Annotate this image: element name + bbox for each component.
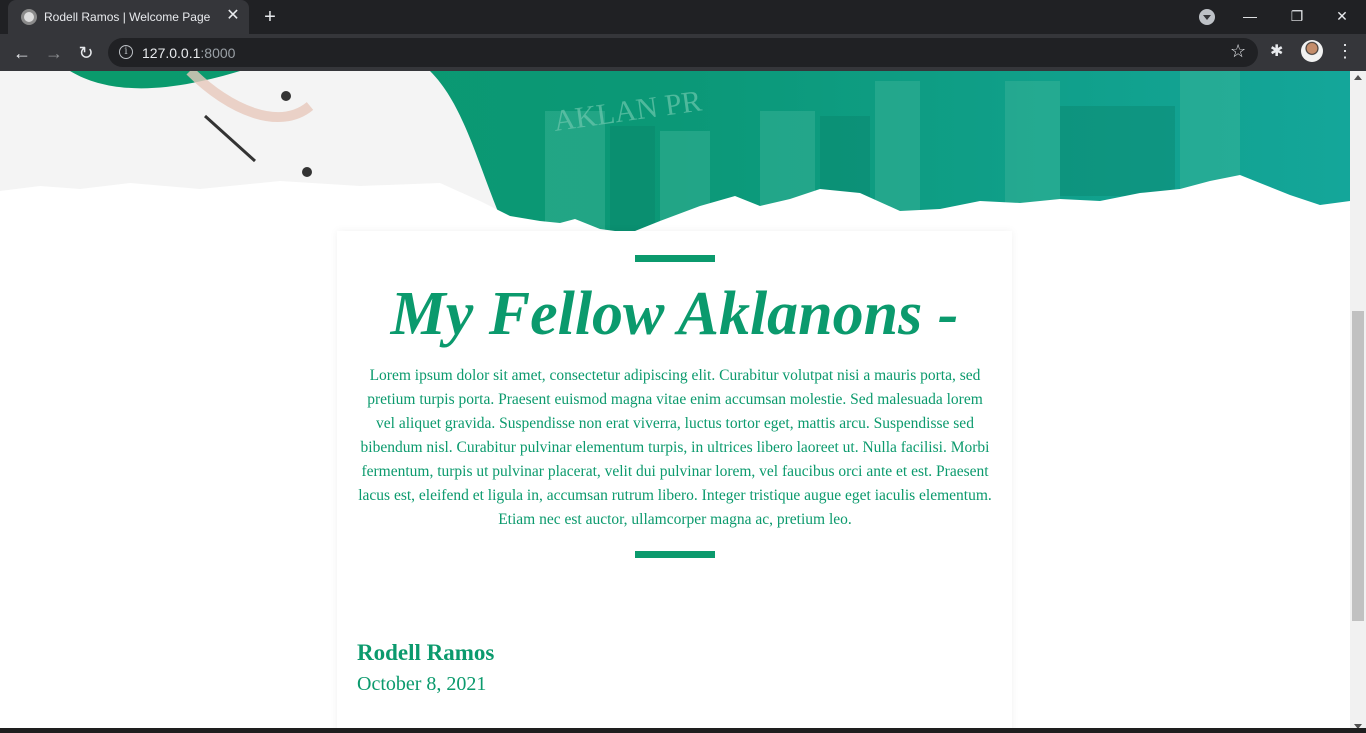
browser-tab-active[interactable]: Rodell Ramos | Welcome Page ✕ — [8, 0, 249, 34]
minimize-button[interactable]: — — [1238, 4, 1262, 28]
message-card: My Fellow Aklanons - Lorem ipsum dolor s… — [337, 231, 1012, 733]
star-icon[interactable]: ☆ — [1230, 41, 1246, 62]
tab-search-icon[interactable] — [1199, 9, 1215, 25]
kebab-menu-icon[interactable]: ⋮ — [1336, 40, 1354, 62]
url-host: 127.0.0.1 — [142, 45, 201, 61]
new-tab-button[interactable]: + — [259, 6, 281, 28]
page-title: My Fellow Aklanons - — [390, 280, 959, 348]
message-body: Lorem ipsum dolor sit amet, consectetur … — [358, 367, 992, 528]
tab-close-icon[interactable]: ✕ — [224, 7, 242, 25]
vertical-scrollbar[interactable] — [1350, 71, 1366, 733]
bottom-accent-divider — [635, 551, 715, 558]
close-window-button[interactable]: ✕ — [1330, 4, 1354, 28]
back-arrow-icon[interactable]: ← — [9, 40, 35, 66]
site-favicon-icon — [21, 9, 37, 25]
info-icon[interactable]: i — [119, 45, 133, 59]
address-bar[interactable]: i 127.0.0.1:8000 ☆ — [108, 38, 1258, 67]
post-date: October 8, 2021 — [357, 673, 487, 695]
puzzle-icon[interactable]: ✱ — [1270, 41, 1283, 61]
tab-title: Rodell Ramos | Welcome Page — [44, 10, 211, 24]
browser-toolbar: ← → ↻ i 127.0.0.1:8000 ☆ ✱ ⋮ — [0, 34, 1366, 71]
url-text[interactable]: 127.0.0.1:8000 — [142, 45, 235, 61]
page-viewport: AKLAN PR My Fellow Aklanons - Lorem ipsu… — [0, 71, 1366, 733]
scroll-up-arrow-icon[interactable] — [1354, 75, 1362, 80]
author-name: Rodell Ramos — [357, 640, 495, 665]
top-accent-divider — [635, 255, 715, 262]
profile-avatar[interactable] — [1301, 40, 1323, 62]
restore-button[interactable]: ❐ — [1285, 4, 1309, 28]
taskbar-edge — [0, 728, 1366, 733]
browser-tab-strip: Rodell Ramos | Welcome Page ✕ + — ❐ ✕ — [0, 0, 1366, 34]
forward-arrow-icon[interactable]: → — [41, 40, 67, 66]
scroll-thumb[interactable] — [1352, 311, 1364, 621]
reload-icon[interactable]: ↻ — [73, 40, 99, 66]
url-port: :8000 — [200, 45, 236, 61]
